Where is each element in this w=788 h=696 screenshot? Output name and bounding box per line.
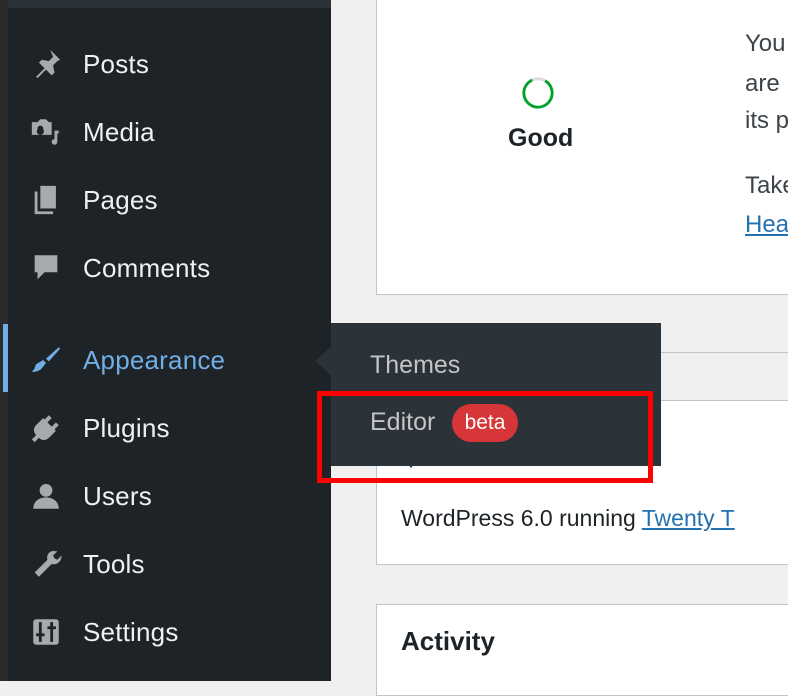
user-icon [28,478,64,514]
sliders-icon [28,614,64,650]
activity-title: Activity [401,626,495,656]
pages-icon [28,182,64,218]
sidebar-item-plugins[interactable]: Plugins [8,398,331,458]
submenu-item-themes[interactable]: Themes [370,351,460,380]
admin-sidebar: Posts Media Pages Comments Appearance Pl… [8,0,331,681]
wp-version-text: WordPress 6.0 running Twenty T [401,505,735,532]
sidebar-item-label: Posts [83,48,150,79]
sidebar-item-users[interactable]: Users [8,466,331,526]
sidebar-item-settings[interactable]: Settings [8,602,331,662]
sidebar-item-label: Tools [83,548,145,579]
pin-icon [28,46,64,82]
wrench-icon [28,546,64,582]
active-indicator [3,324,8,392]
health-status-icon [522,77,554,109]
sidebar-item-label: Pages [83,184,158,215]
sidebar-item-label: Settings [83,616,179,647]
sidebar-item-comments[interactable]: Comments [8,238,331,298]
sidebar-item-appearance[interactable]: Appearance [8,330,331,390]
health-text-line: You [745,30,786,57]
health-status-label: Good [508,124,574,152]
theme-link[interactable]: Twenty T [642,505,735,531]
sidebar-item-tools[interactable]: Tools [8,534,331,594]
sidebar-item-label: Plugins [83,412,170,443]
sidebar-item-label: Media [83,116,155,147]
site-health-panel [376,0,788,295]
health-text-line: Take [745,172,788,199]
health-text-line: its p [745,107,788,134]
plug-icon [28,410,64,446]
brush-icon [28,342,64,378]
sidebar-item-media[interactable]: Media [8,102,331,162]
sidebar-top-item [8,0,331,8]
sidebar-item-pages[interactable]: Pages [8,170,331,230]
media-icon [28,114,64,150]
sidebar-item-label: Appearance [83,344,226,375]
running-label: WordPress 6.0 running [401,505,642,531]
flyout-pointer [315,347,331,375]
health-link[interactable]: Hea [745,211,788,239]
health-text-line: are [745,70,780,97]
sidebar-item-label: Comments [83,252,211,283]
annotation-highlight-box [317,391,653,483]
sidebar-item-label: Users [83,480,152,511]
sidebar-item-posts[interactable]: Posts [8,34,331,94]
comment-icon [28,250,64,286]
